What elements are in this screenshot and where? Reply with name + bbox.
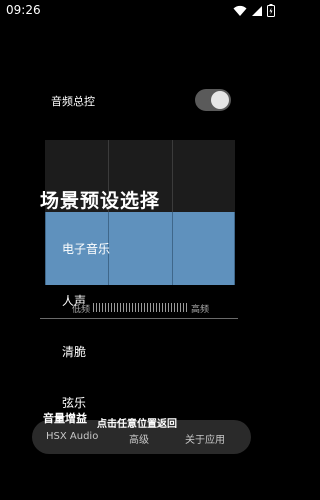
high-frequency-label: 高频	[191, 305, 210, 315]
frequency-scale	[93, 303, 189, 312]
volume-gain-label: 音量增益	[43, 412, 87, 425]
master-control-label: 音频总控	[51, 95, 95, 108]
master-control-toggle[interactable]	[195, 89, 231, 111]
preset-option-strings[interactable]: 弦乐	[62, 394, 86, 411]
battery-icon	[267, 4, 275, 17]
preset-option-electronic[interactable]: 电子音乐	[62, 240, 110, 257]
signal-icon	[251, 5, 263, 17]
nav-item-hsx-audio[interactable]: HSX Audio	[46, 431, 98, 442]
low-frequency-label: 低频	[72, 305, 91, 315]
dialog-title: 场景预设选择	[40, 190, 161, 212]
preset-option-crisp[interactable]: 清脆	[62, 343, 86, 360]
equalizer-divider	[234, 212, 235, 285]
status-bar: 09:26	[0, 0, 281, 24]
status-icons	[233, 4, 275, 17]
equalizer-divider	[172, 212, 173, 285]
frequency-slider-track[interactable]	[40, 318, 238, 319]
status-time: 09:26	[6, 3, 41, 17]
dismiss-hint[interactable]: 点击任意位置返回	[97, 415, 177, 430]
equalizer-divider	[45, 212, 46, 285]
nav-item-advanced[interactable]: 高级	[129, 431, 149, 446]
wifi-icon	[233, 5, 247, 17]
nav-item-about[interactable]: 关于应用	[185, 431, 225, 446]
toggle-knob	[211, 91, 229, 109]
